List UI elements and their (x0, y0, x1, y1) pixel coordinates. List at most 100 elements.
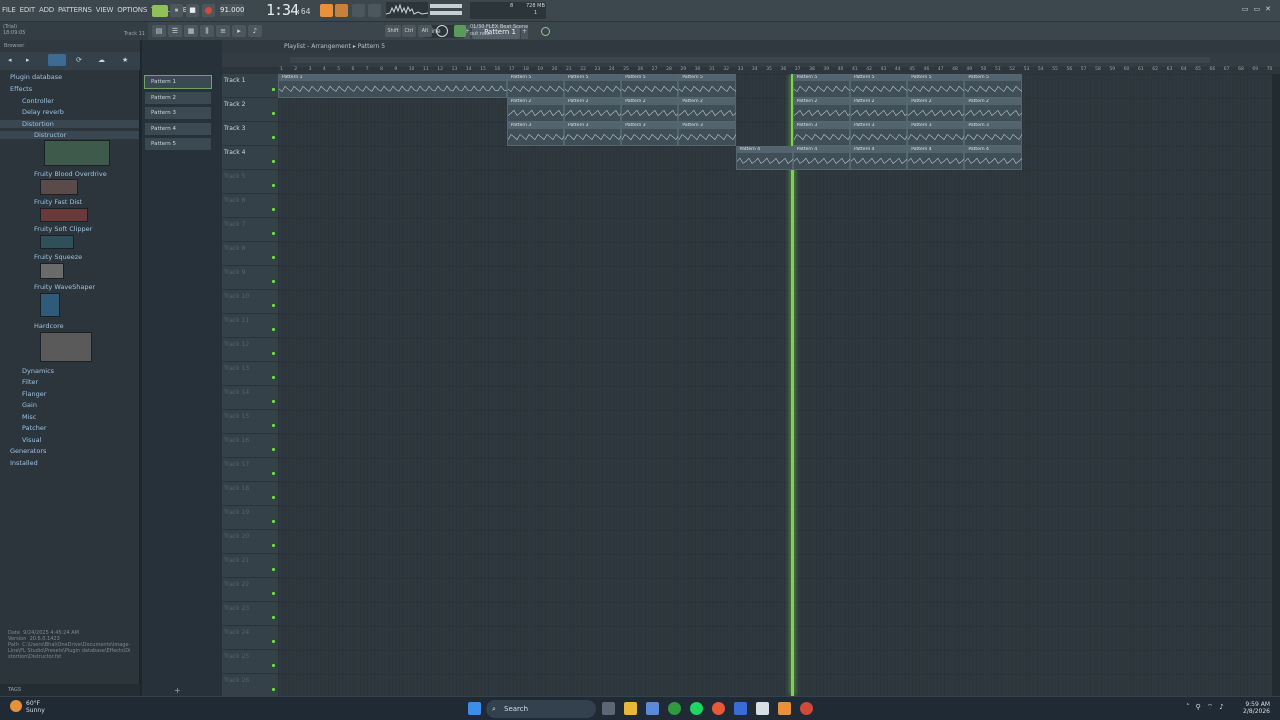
tree-item-distortion[interactable]: Distortion (0, 120, 139, 128)
track-header[interactable]: Track 12 (222, 338, 278, 362)
playlist-clip[interactable]: Pattern 2 (506, 98, 566, 122)
tree-item-filter[interactable]: Filter (0, 378, 38, 386)
playlist-overview[interactable] (290, 57, 1210, 63)
playlist-clip[interactable]: Pattern 4 (792, 146, 852, 170)
pattern-item[interactable]: Pattern 2 (145, 91, 211, 104)
loop-record-icon[interactable] (352, 4, 365, 17)
playlist-clip[interactable]: Pattern 3 (621, 122, 680, 146)
playlist-clip[interactable]: Pattern 2 (907, 98, 966, 122)
track-mute-led[interactable] (272, 136, 275, 139)
track-mute-led[interactable] (272, 640, 275, 643)
plugin-thumbnail[interactable] (40, 208, 88, 222)
playlist-clip[interactable]: Pattern 4 (735, 146, 794, 170)
playlist-clip[interactable]: Pattern 5 (850, 74, 909, 98)
track-mute-led[interactable] (272, 568, 275, 571)
track-header[interactable]: Track 10 (222, 290, 278, 314)
playlist-clip[interactable]: Pattern 3 (792, 122, 852, 146)
playlist-clip[interactable]: Pattern 2 (850, 98, 909, 122)
chrome-icon[interactable] (712, 702, 725, 715)
arrangement-grid[interactable]: Pattern 1 Pattern 5 Pattern 5 Pattern 5 Patt… (278, 74, 1280, 696)
track-header[interactable]: Track 19 (222, 506, 278, 530)
pattern-item[interactable]: Pattern 5 (145, 138, 211, 150)
store-icon[interactable] (646, 702, 659, 715)
online-icon[interactable] (541, 27, 550, 36)
tree-item-gain[interactable]: Gain (0, 401, 37, 409)
playlist-clip[interactable]: Pattern 5 (907, 74, 966, 98)
track-mute-led[interactable] (272, 88, 275, 91)
track-header[interactable]: Track 1 (222, 74, 278, 98)
plugin-thumbnail[interactable] (40, 293, 60, 317)
track-mute-led[interactable] (272, 160, 275, 163)
playlist-clip[interactable]: Pattern 3 (907, 122, 966, 146)
menu-item-view[interactable]: VIEW (96, 6, 114, 14)
piano-roll-icon[interactable]: ▦ (184, 25, 198, 37)
cloud-icon[interactable]: ☁ (98, 56, 105, 64)
track-mute-led[interactable] (272, 544, 275, 547)
timeline-ruler[interactable]: 1 2 3 4 5 6 7 8 9 10 11 12 13 14 15 16 17 18 19 20 21 22 23 24 2… (278, 67, 1280, 74)
refresh-icon[interactable]: ⟳ (76, 56, 82, 64)
weather-widget[interactable]: 60°F Sunny (6, 700, 45, 714)
forward-icon[interactable]: ▸ (26, 56, 30, 64)
track-mute-led[interactable] (272, 352, 275, 355)
track-header[interactable]: Track 16 (222, 434, 278, 458)
pattern-item[interactable]: Pattern 4 (145, 122, 211, 135)
taskbar-clock[interactable]: 9:59 AM 2/8/2026 (1243, 701, 1270, 715)
track-mute-led[interactable] (272, 496, 275, 499)
typing-keyboard-icon[interactable] (436, 25, 448, 37)
track-header[interactable]: Track 18 (222, 482, 278, 506)
playlist-clip[interactable]: Pattern 5 (964, 74, 1023, 98)
track-mute-led[interactable] (272, 184, 275, 187)
track-mute-led[interactable] (272, 688, 275, 691)
taskbar-search[interactable]: Search ⌕ (486, 700, 596, 718)
browser-toggle-icon[interactable]: ≡ (216, 25, 230, 37)
add-pattern-icon[interactable]: + (174, 686, 181, 695)
track-mute-led[interactable] (272, 400, 275, 403)
track-header[interactable]: Track 4 (222, 146, 278, 170)
playlist-icon[interactable]: ▤ (152, 25, 166, 37)
tree-item-installed[interactable]: Installed (0, 459, 38, 467)
windows-start-icon[interactable] (468, 702, 481, 715)
tree-item-delay-reverb[interactable]: Delay reverb (0, 108, 64, 116)
tree-root[interactable]: Plugin database (0, 73, 62, 81)
tree-item-controller[interactable]: Controller (0, 97, 54, 105)
playlist-clip[interactable]: Pattern 5 (564, 74, 623, 98)
track-header[interactable]: Track 24 (222, 626, 278, 650)
news-panel[interactable]: 01/30 FLEX Beat Scene out now! (470, 24, 528, 38)
menu-item-options[interactable]: OPTIONS (117, 6, 147, 14)
track-header[interactable]: Track 6 (222, 194, 278, 218)
tree-item-patcher[interactable]: Patcher (0, 424, 47, 432)
playlist-clip[interactable]: Pattern 2 (678, 98, 737, 122)
track-mute-led[interactable] (272, 328, 275, 331)
track-header[interactable]: Track 7 (222, 218, 278, 242)
menu-item-patterns[interactable]: PATTERNS (58, 6, 92, 14)
tree-item-fruity-waveshaper[interactable]: Fruity WaveShaper (0, 283, 95, 291)
track-header[interactable]: Track 21 (222, 554, 278, 578)
app-settings-icon[interactable] (800, 702, 813, 715)
track-mute-led[interactable] (272, 280, 275, 283)
step-edit-icon[interactable] (368, 4, 381, 17)
playlist-clip[interactable]: Pattern 3 (564, 122, 623, 146)
alt-key[interactable]: Alt (418, 25, 432, 37)
pattern-item[interactable]: Pattern 1 (144, 75, 212, 89)
tempo-display[interactable]: 91.000 (220, 4, 245, 16)
tree-item-fruity-squeeze[interactable]: Fruity Squeeze (0, 253, 82, 261)
playlist-clip[interactable]: Pattern 2 (621, 98, 680, 122)
tree-item-visual[interactable]: Visual (0, 436, 41, 444)
vertical-scrollbar[interactable] (1272, 74, 1280, 696)
playlist-clip[interactable]: Pattern 3 (964, 122, 1023, 146)
track-header[interactable]: Track 17 (222, 458, 278, 482)
menu-item-add[interactable]: ADD (39, 6, 54, 14)
track-header[interactable]: Track 13 (222, 362, 278, 386)
menu-item-file[interactable]: FILE (2, 6, 16, 14)
plugin-thumbnail[interactable] (40, 263, 64, 279)
tree-item-fruity-soft-clipper[interactable]: Fruity Soft Clipper (0, 225, 92, 233)
playlist-clip[interactable]: Pattern 5 (792, 74, 851, 98)
playlist-clip[interactable]: Pattern 5 (678, 74, 737, 98)
tree-item-distructor[interactable]: Distructor (0, 131, 139, 139)
window-controls[interactable]: ▭▭✕ (1242, 5, 1276, 13)
track-header[interactable]: Track 26 (222, 674, 278, 698)
master-volume[interactable] (430, 4, 462, 8)
plugin-thumbnail[interactable] (40, 179, 78, 195)
tree-item-effects[interactable]: Effects (0, 85, 32, 93)
track-mute-led[interactable] (272, 304, 275, 307)
